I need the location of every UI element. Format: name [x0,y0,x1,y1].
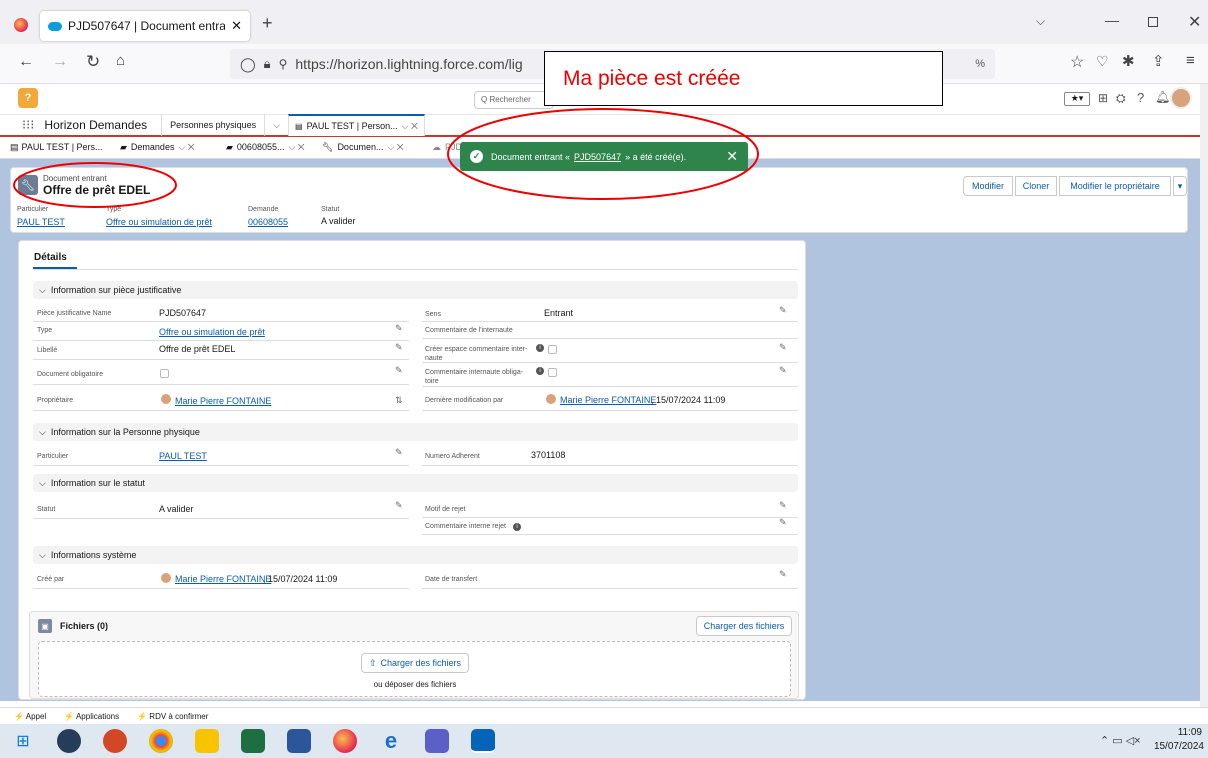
taskbar-date: 15/07/2024 [1153,741,1204,752]
firefox-taskbar-icon[interactable] [333,729,357,753]
windows-start-icon[interactable]: ⊞ [11,729,35,753]
outlook-icon[interactable] [471,729,495,753]
utility-item-rdv[interactable]: ⚡ RDV à confirmer [137,712,208,721]
windows-taskbar: ⊞ e ⌃ ▭ ◁× 11:09 15/07/2024 [0,724,1208,758]
annotation-callout: Ma pièce est créée [544,51,943,106]
utility-bar: ⚡ Appel ⚡ Applications ⚡ RDV à confirmer [0,707,1208,724]
teams-icon[interactable] [425,729,449,753]
annotation-ellipse-toast [447,108,759,200]
annotation-overlay [13,108,759,208]
powerpoint-icon[interactable] [103,729,127,753]
file-explorer-icon[interactable] [195,729,219,753]
word-icon[interactable] [287,729,311,753]
edge-dev-icon[interactable] [57,729,81,753]
system-tray-icons[interactable]: ⌃ ▭ ◁× [1100,734,1141,747]
internet-explorer-icon[interactable]: e [379,728,403,753]
utility-item-appel[interactable]: ⚡ Appel [14,712,46,721]
excel-icon[interactable] [241,729,265,753]
annotation-ellipse-title [13,162,177,208]
utility-item-applications[interactable]: ⚡ Applications [64,712,119,721]
taskbar-time: 11:09 [1177,727,1202,738]
chrome-icon[interactable] [149,729,173,753]
